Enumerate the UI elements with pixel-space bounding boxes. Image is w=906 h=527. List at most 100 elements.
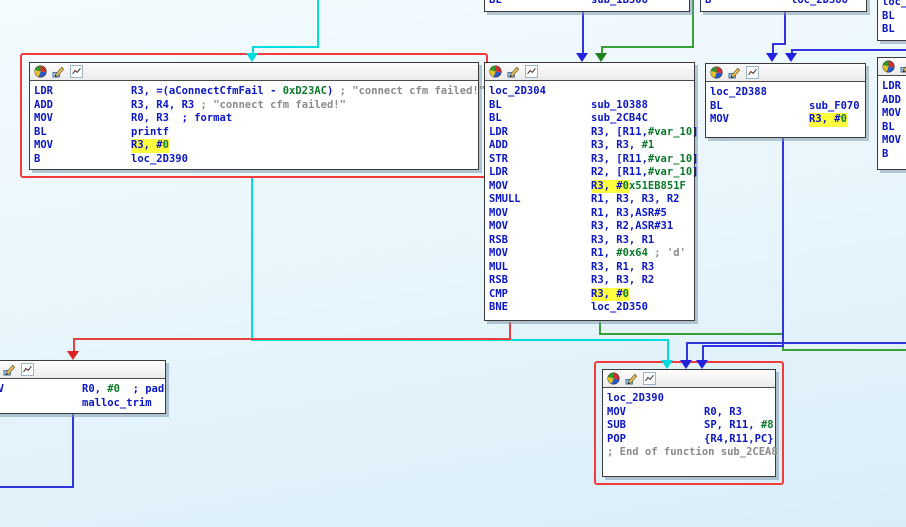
node-color-icon[interactable] xyxy=(34,65,47,78)
basic-block-malloc-trim[interactable]: MOVR0, #0 ; padBLmalloc_trim xyxy=(0,360,166,414)
block-titlebar xyxy=(30,63,478,81)
chart-icon[interactable] xyxy=(525,65,538,78)
chart-icon[interactable] xyxy=(70,65,83,78)
basic-block-loc-2d388[interactable]: loc_2D388BLsub_F070MOVR3, #0 xyxy=(705,63,866,138)
edge-cyan-printf-out-v2 xyxy=(667,339,669,361)
asm-line[interactable]: MOVR0, #0 ; pad xyxy=(0,383,162,397)
block-code[interactable]: loc_2D390MOVR0, R3SUBSP, R11, #8POP{R4,R… xyxy=(603,388,775,463)
edit-icon[interactable] xyxy=(900,60,906,73)
asm-line[interactable]: MOVR1, R3,ASR#5 xyxy=(489,207,691,221)
asm-line[interactable]: LDRR2, [R11,#var_10] xyxy=(489,166,691,180)
asm-line[interactable]: MOVR3, #0x51EB851F xyxy=(489,180,691,194)
asm-line[interactable]: Bloc_2D388 xyxy=(705,0,863,8)
edge-blue-right-v xyxy=(686,342,688,361)
edge-cyan-top-in-v1 xyxy=(317,0,319,47)
edge-blue-2d388-v1 xyxy=(782,138,784,347)
block-code[interactable]: MOVR0, #0 ; padBLmalloc_trim xyxy=(0,379,165,413)
edge-green-top-h xyxy=(601,46,694,48)
basic-block-printf[interactable]: LDRR3, =(aConnectCfmFail - 0xD23AC) ; "c… xyxy=(29,62,479,170)
basic-block-loc-2d390[interactable]: loc_2D390MOVR0, R3SUBSP, R11, #8POP{R4,R… xyxy=(602,369,776,477)
edge-arrow-cyan-loc2d390 xyxy=(661,360,673,369)
asm-line[interactable]: SMULLR1, R3, R3, R2 xyxy=(489,193,691,207)
asm-line[interactable]: loc_2D388 xyxy=(710,86,862,100)
asm-line[interactable]: MOVR3, R2,ASR#31 xyxy=(489,220,691,234)
chart-icon[interactable] xyxy=(643,372,656,385)
edge-arrow-green-loc2d304 xyxy=(595,53,607,62)
asm-line[interactable]: RSBR3, R3, R2 xyxy=(489,274,691,288)
basic-block-top-right[interactable]: loc_2BLBL xyxy=(877,0,906,41)
block-code[interactable]: BLsub_1B308 xyxy=(485,0,689,11)
asm-line[interactable]: SUBSP, R11, #8 xyxy=(607,419,772,433)
block-code[interactable]: loc_2D304BLsub_10388BLsub_2CB4CLDRR3, [R… xyxy=(485,81,694,318)
asm-line[interactable]: BL xyxy=(882,10,906,24)
asm-line[interactable]: BNEloc_2D350 xyxy=(489,301,691,315)
asm-line[interactable]: MULR3, R1, R3 xyxy=(489,261,691,275)
asm-line[interactable]: ADDR3, R3, #1 xyxy=(489,139,691,153)
node-color-icon[interactable] xyxy=(882,60,895,73)
block-code[interactable]: loc_2BLBL xyxy=(878,0,906,40)
node-color-icon[interactable] xyxy=(607,372,620,385)
edge-green-top-v1 xyxy=(692,0,694,48)
edge-red-v2 xyxy=(73,338,75,352)
edge-cyan-printf-out-v1 xyxy=(251,178,253,341)
asm-line[interactable]: STRR3, [R11,#var_10] xyxy=(489,153,691,167)
edge-arrow-blue-loc2d390-a xyxy=(696,360,708,369)
asm-line[interactable]: BL xyxy=(882,23,906,37)
asm-line[interactable]: LDR xyxy=(882,80,906,94)
asm-line[interactable]: RSBR3, R3, R1 xyxy=(489,234,691,248)
edge-blue-right-h xyxy=(686,342,906,344)
asm-line[interactable]: ; End of function sub_2CEA8 xyxy=(607,446,772,460)
edge-blue-2d388-v2 xyxy=(702,345,704,361)
asm-line[interactable]: BL xyxy=(882,121,906,135)
asm-line[interactable]: MOVR0, R3 xyxy=(607,406,772,420)
asm-line[interactable]: LDRR3, =(aConnectCfmFail - 0xD23AC) ; "c… xyxy=(34,85,475,99)
edit-icon[interactable] xyxy=(728,66,741,79)
block-titlebar xyxy=(485,63,694,81)
asm-line[interactable]: BLsub_10388 xyxy=(489,99,691,113)
basic-block-top-branch[interactable]: Bloc_2D388 xyxy=(700,0,867,12)
node-color-icon[interactable] xyxy=(489,65,502,78)
asm-line[interactable]: loc_2 xyxy=(882,0,906,10)
edge-red-h xyxy=(73,338,511,340)
edit-icon[interactable] xyxy=(625,372,638,385)
asm-line[interactable]: ADD xyxy=(882,94,906,108)
edge-green-out-h2 xyxy=(782,349,906,351)
asm-line[interactable]: MOVR0, R3 ; format xyxy=(34,112,475,126)
asm-line[interactable]: loc_2D304 xyxy=(489,85,691,99)
block-code[interactable]: LDRR3, =(aConnectCfmFail - 0xD23AC) ; "c… xyxy=(30,81,478,169)
asm-line[interactable]: LDRR3, [R11,#var_10] xyxy=(489,126,691,140)
edit-icon[interactable] xyxy=(3,363,16,376)
asm-line[interactable]: MOVR1, #0x64 ; 'd' xyxy=(489,247,691,261)
block-code[interactable]: Bloc_2D388 xyxy=(701,0,866,11)
block-titlebar xyxy=(0,361,165,379)
asm-line[interactable]: MOVR3, #0 xyxy=(710,113,862,127)
edit-icon[interactable] xyxy=(507,65,520,78)
chart-icon[interactable] xyxy=(21,363,34,376)
asm-line[interactable]: MOV xyxy=(882,107,906,121)
edge-cyan-top-in-h xyxy=(252,46,319,48)
node-color-icon[interactable] xyxy=(710,66,723,79)
block-code[interactable]: loc_2D388BLsub_F070MOVR3, #0 xyxy=(706,82,865,130)
basic-block-right-edge[interactable]: LDRADDMOVBLMOVB xyxy=(877,57,906,170)
block-titlebar xyxy=(603,370,775,388)
asm-line[interactable]: BLprintf xyxy=(34,126,475,140)
basic-block-top-call[interactable]: BLsub_1B308 xyxy=(484,0,690,12)
asm-line[interactable]: BLsub_2CB4C xyxy=(489,112,691,126)
asm-line[interactable]: BLsub_F070 xyxy=(710,100,862,114)
asm-line[interactable]: CMPR3, #0 xyxy=(489,288,691,302)
basic-block-loc-2d304[interactable]: loc_2D304BLsub_10388BLsub_2CB4CLDRR3, [R… xyxy=(484,62,695,321)
edit-icon[interactable] xyxy=(52,65,65,78)
chart-icon[interactable] xyxy=(746,66,759,79)
asm-line[interactable]: MOVR3, #0 xyxy=(34,139,475,153)
asm-line[interactable]: ADDR3, R4, R3 ; "connect cfm failed!" xyxy=(34,99,475,113)
edge-green-out-h1 xyxy=(599,333,784,335)
asm-line[interactable]: B xyxy=(882,148,906,162)
asm-line[interactable]: POP{R4,R11,PC} xyxy=(607,433,772,447)
asm-line[interactable]: BLmalloc_trim xyxy=(0,397,162,411)
asm-line[interactable]: MOV xyxy=(882,134,906,148)
block-code[interactable]: LDRADDMOVBLMOVB xyxy=(878,76,906,164)
edge-blue-topbranch-v1 xyxy=(784,12,786,45)
asm-line[interactable]: Bloc_2D390 xyxy=(34,153,475,167)
asm-line[interactable]: loc_2D390 xyxy=(607,392,772,406)
asm-line[interactable]: BLsub_1B308 xyxy=(489,0,686,8)
